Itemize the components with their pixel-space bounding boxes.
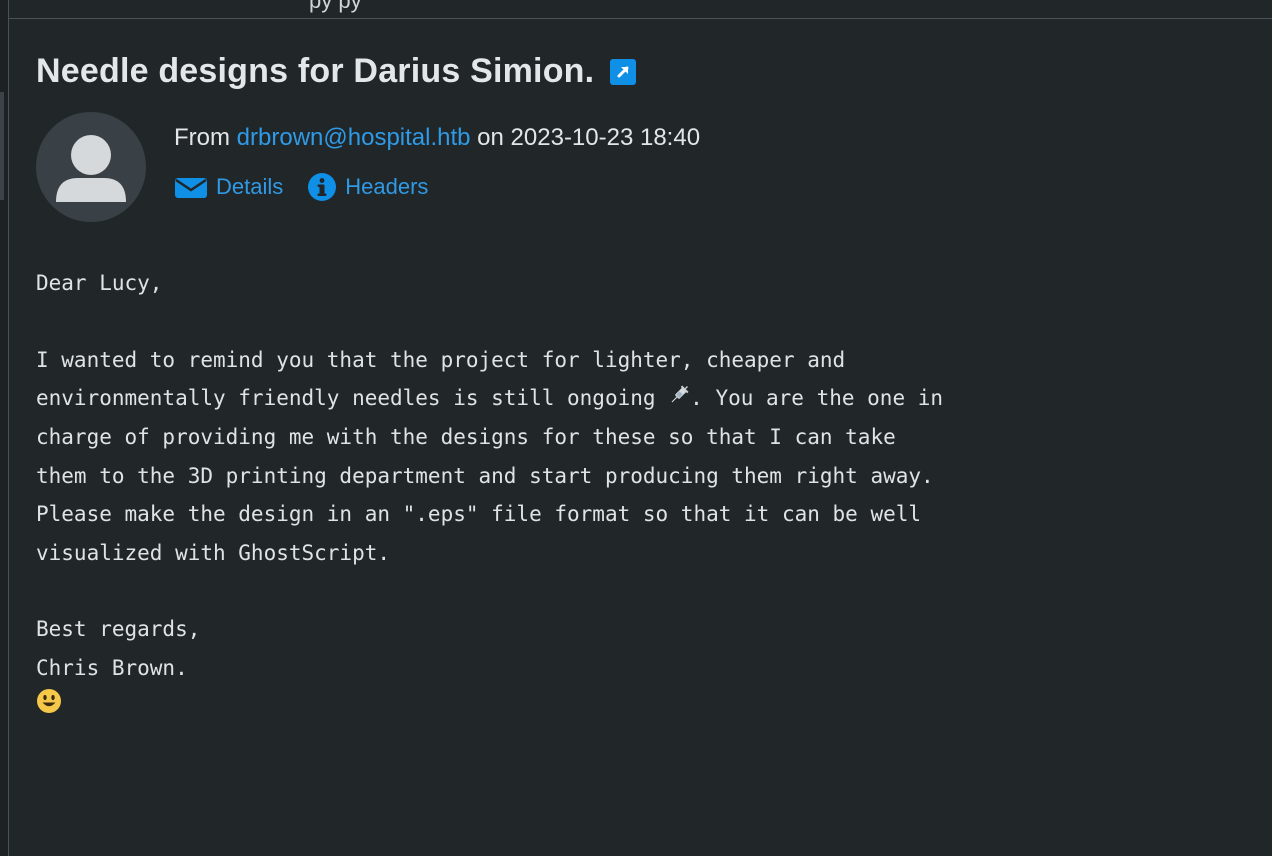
message-body: Dear Lucy, I wanted to remind you that t… xyxy=(36,264,1256,726)
message-subject: Needle designs for Darius Simion. xyxy=(36,52,595,90)
body-line: environmentally friendly needles is stil… xyxy=(36,379,1256,418)
top-strip-text: py py xyxy=(309,0,362,13)
body-line: I wanted to remind you that the project … xyxy=(36,347,846,372)
sender-link[interactable]: drbrown@hospital.htb xyxy=(237,124,471,151)
body-line: them to the 3D printing department and s… xyxy=(36,463,934,488)
smiley-icon xyxy=(36,688,62,726)
smiley-line xyxy=(36,687,1256,726)
body-line: charge of providing me with the designs … xyxy=(36,425,896,450)
info-icon xyxy=(308,173,337,201)
external-open-icon[interactable] xyxy=(610,58,637,85)
body-line: Please make the design in an ".eps" file… xyxy=(36,502,922,527)
date-prefix: on xyxy=(477,124,504,151)
details-label: Details xyxy=(216,174,284,199)
left-rail xyxy=(0,0,9,856)
body-line-part: . You are the one in xyxy=(690,386,944,411)
headers-label: Headers xyxy=(345,174,429,199)
body-line: visualized with GhostScript. xyxy=(36,540,391,565)
body-greeting: Dear Lucy, xyxy=(36,271,163,295)
headers-link[interactable]: Headers xyxy=(307,172,428,202)
user-avatar-icon xyxy=(36,112,146,222)
syringe-icon xyxy=(668,380,690,418)
body-closing: Best regards, xyxy=(36,617,201,642)
details-link[interactable]: Details xyxy=(174,174,283,200)
body-line-part: environmentally friendly needles is stil… xyxy=(36,386,669,411)
body-signature: Chris Brown. xyxy=(36,655,188,680)
from-prefix: From xyxy=(174,124,230,151)
subject-row: Needle designs for Darius Simion. xyxy=(36,52,637,91)
rail-accent xyxy=(0,92,4,200)
top-strip: py py xyxy=(9,0,1272,19)
message-date: 2023-10-23 18:40 xyxy=(510,124,701,151)
envelope-icon xyxy=(175,178,207,198)
header-links: Details Headers xyxy=(174,172,452,202)
sender-line: From drbrown@hospital.htb on 2023-10-23 … xyxy=(174,124,700,152)
